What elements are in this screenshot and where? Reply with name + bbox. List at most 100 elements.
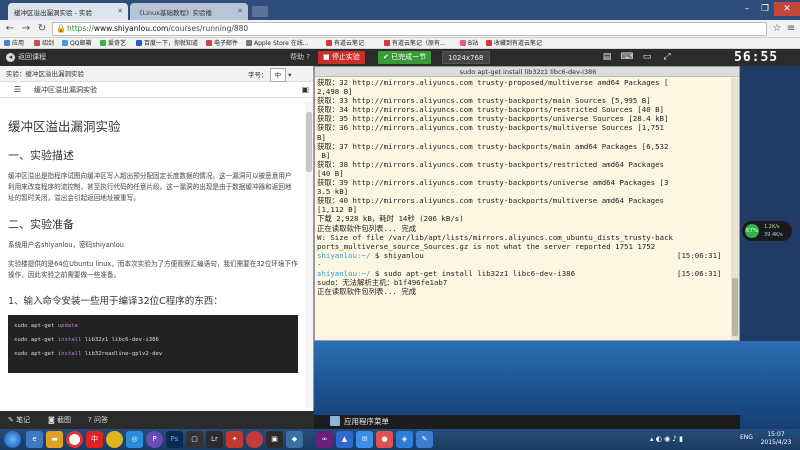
back-arrow-icon[interactable]: ← [3,22,17,36]
visual-studio-icon[interactable]: ∞ [316,431,333,448]
tray-icons[interactable]: ▴ ◐ ◉ ♪ ▮ [650,435,683,443]
application-menu-button[interactable]: 应用程序菜单 [330,416,389,428]
bookmark-label: 收藏到有道云笔记 [494,40,543,47]
menu-icon[interactable]: ≡ [784,22,798,36]
pencil-icon: ✎ [8,416,14,424]
bookmark-item[interactable]: QQ邮箱 [62,38,91,49]
lesson-scrollbar[interactable] [305,102,313,408]
url-path: /courses/running/880 [168,24,249,33]
bookmark-item[interactable]: 有道云笔记（原有... [384,38,446,49]
app-icon[interactable]: P [146,431,163,448]
scroll-thumb[interactable] [306,112,312,172]
forward-arrow-icon[interactable]: → [19,22,33,36]
reload-icon[interactable]: ↻ [35,22,49,36]
url-input[interactable]: 🔒 https://www.shiyanlou.com/courses/runn… [52,22,767,36]
bookmark-item[interactable]: B站 [460,38,478,49]
document-icon[interactable]: ▣ [301,82,309,98]
terminal-line: 获取：39 http://mirrors.aliyuncs.com trusty… [317,178,669,188]
app-icon[interactable]: ▣ [266,431,283,448]
bookmark-icon [326,40,332,46]
done-label: 已完成一节 [391,53,427,61]
remaining-time: 56:55 [734,50,779,65]
tab-linux[interactable]: 《Linux基础教程》实验楼 ✕ [130,3,248,20]
section-heading: 一、实验描述 [8,149,74,162]
terminal-line: W: Size of file /var/lib/apt/lists/mirro… [317,232,673,242]
paragraph: 实验楼提供的是64位Ubuntu linux，而本次实验为了方便观察汇编语句，我… [8,260,298,279]
bookmark-item[interactable]: 有道云笔记 [326,38,364,49]
net-percent: 57% [745,224,759,238]
app-icon[interactable]: ◎ [126,431,143,448]
terminal-scrollbar[interactable] [731,78,739,340]
terminal-output[interactable]: 获取：32 http://mirrors.aliyuncs.com trusty… [317,78,735,296]
maximize-icon[interactable]: ❐ [756,2,774,16]
app-icon[interactable] [106,431,123,448]
clock-time: 15:07 [767,431,785,438]
ie-icon[interactable]: e [26,431,43,448]
clock-date: 2015/4/23 [760,439,792,446]
app-icon[interactable]: ● [376,431,393,448]
bookmark-label: B站 [468,40,479,47]
font-size-chevron-icon[interactable]: ▾ [288,71,291,79]
qa-button[interactable]: ? 问答 [88,414,108,426]
back-to-course-button[interactable]: ◂ 返回课程 [6,51,46,64]
network-speed-widget[interactable]: 57% 1.2K/s 39.4K/s [742,221,792,241]
code-line: sudo apt-get install lib32z1 libc6-dev-i… [14,337,159,343]
star-icon[interactable]: ☆ [770,22,784,36]
close-tab-icon[interactable]: ✕ [117,7,123,15]
app-icon[interactable]: 中 [86,431,103,448]
keyboard-icon[interactable]: ⌨ [620,51,634,64]
app-icon[interactable]: ▲ [336,431,353,448]
lock-icon: 🔒 [56,24,66,33]
fullscreen-icon[interactable]: ⤢ [660,51,674,64]
bookmark-item[interactable]: 收藏到有道云笔记 [486,38,542,49]
app-icon[interactable]: ◆ [286,431,303,448]
list-icon[interactable]: ☰ [14,82,21,98]
close-window-icon[interactable]: ✕ [774,2,800,16]
font-size-select[interactable]: 中 [269,68,287,82]
resolution-select[interactable]: 1024x768 [442,51,490,64]
bookmark-item[interactable]: Apple Store 在线... [246,38,308,49]
close-tab-icon[interactable]: ✕ [237,7,243,15]
help-button[interactable]: 帮助 ? [290,51,310,64]
back-label: 返回课程 [18,53,46,61]
bookmark-item[interactable]: 爱奇艺 [100,38,126,49]
start-icon[interactable] [4,431,21,448]
arrow-left-circle-icon: ◂ [6,53,15,62]
font-size-label: 字号： [248,71,268,79]
terminal-window[interactable]: sudo apt-get install lib32z1 libc6-dev-i… [314,66,740,341]
app-icon[interactable] [246,431,263,448]
photoshop-icon[interactable]: Ps [166,431,183,448]
notes-button[interactable]: ✎ 笔记 [8,414,30,426]
screenshot-button[interactable]: ◙ 截图 [48,414,71,426]
minimize-icon[interactable]: – [738,2,756,16]
bookmark-apps[interactable]: 应用 [4,38,24,49]
app-icon[interactable]: ✦ [226,431,243,448]
clipboard-icon[interactable]: ▤ [600,51,614,64]
terminal-line: B] [317,150,331,160]
window-icon[interactable]: ▭ [640,51,654,64]
bookmark-icon [486,40,492,46]
app-icon[interactable]: ✎ [416,431,433,448]
system-clock[interactable]: 15:07 2015/4/23 [755,431,797,447]
terminal-title: sudo apt-get install lib32z1 libc6-dev-i… [315,67,739,77]
code-block[interactable]: sudo apt-get update sudo apt-get install… [8,315,298,373]
folder-icon[interactable]: ▬ [46,431,63,448]
app-icon[interactable]: ◈ [396,431,413,448]
stop-experiment-button[interactable]: ■ 停止实验 [318,51,365,64]
prompt-time: [15:06:31] [677,250,722,260]
lightroom-icon[interactable]: Lr [206,431,223,448]
input-language[interactable]: ENG [740,434,753,441]
section-done-button[interactable]: ✔ 已完成一节 [378,51,432,64]
bookmark-item[interactable]: 绍剑 [34,38,54,49]
scroll-thumb[interactable] [732,278,738,336]
new-tab-button[interactable] [252,6,268,17]
bilibili-icon [460,40,466,46]
terminal-line: B] [317,132,326,142]
bookmark-item[interactable]: 百度一下，你就知道 [136,38,198,49]
chrome-icon[interactable] [66,431,83,448]
app-icon[interactable]: ✉ [356,431,373,448]
bookmark-item[interactable]: 电子邮件 [206,38,238,49]
bookmark-label: 电子邮件 [214,40,239,47]
app-icon[interactable]: ▢ [186,431,203,448]
tab-current[interactable]: 缓冲区溢出漏洞实验 - 实验 ✕ [8,3,128,20]
